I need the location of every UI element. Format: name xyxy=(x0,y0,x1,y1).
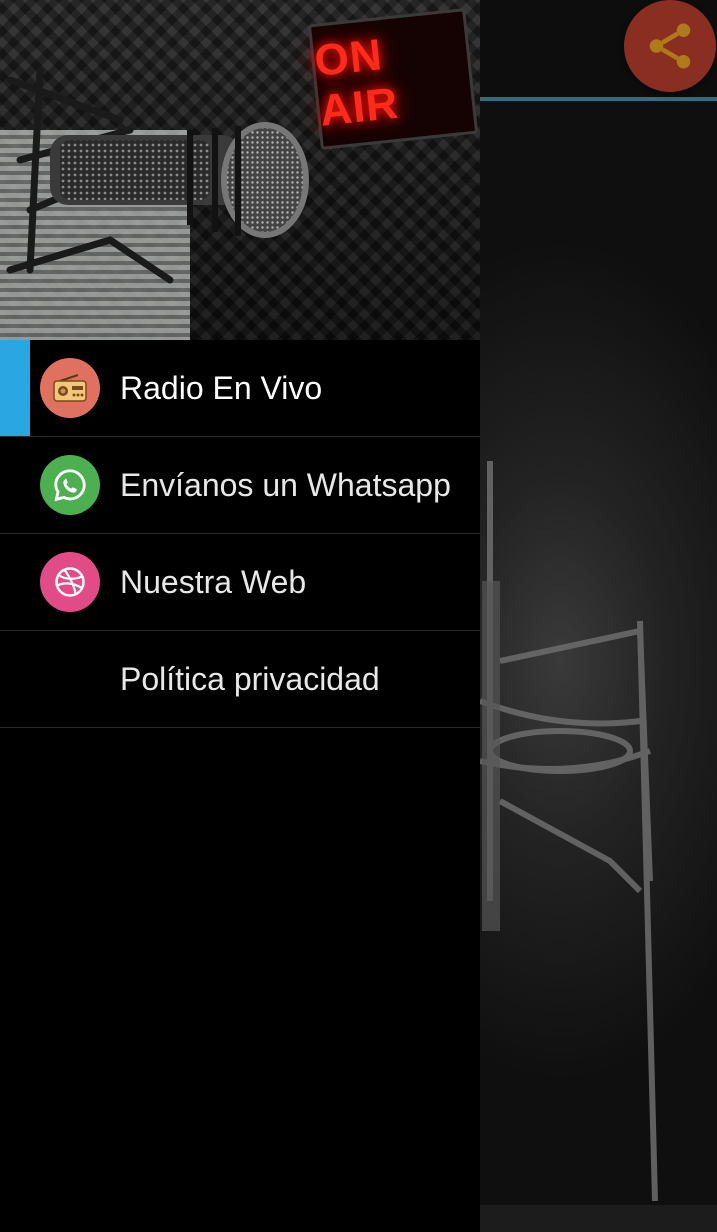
menu-item-whatsapp[interactable]: Envíanos un Whatsapp xyxy=(0,437,480,534)
menu-item-politica-privacidad[interactable]: Política privacidad xyxy=(0,631,480,728)
microphone-image xyxy=(6,66,309,284)
drawer-header-image: ON AIR xyxy=(0,0,480,340)
menu-item-nuestra-web[interactable]: Nuestra Web xyxy=(0,534,480,631)
menu-item-label: Radio En Vivo xyxy=(120,370,323,406)
whatsapp-icon xyxy=(40,455,100,515)
dribbble-icon xyxy=(40,552,100,612)
menu-item-label: Nuestra Web xyxy=(120,564,307,600)
menu-item-label: Política privacidad xyxy=(120,661,380,697)
share-icon xyxy=(649,23,691,69)
navigation-drawer: ON AIR Radio En Vivo Envíanos un Whatsap… xyxy=(0,0,480,1232)
on-air-sign: ON AIR xyxy=(307,8,479,150)
share-button[interactable] xyxy=(624,0,716,92)
radio-icon xyxy=(40,358,100,418)
active-indicator xyxy=(0,340,30,436)
menu-item-label: Envíanos un Whatsapp xyxy=(120,467,451,503)
menu-item-radio-en-vivo[interactable]: Radio En Vivo xyxy=(0,340,480,437)
drawer-menu: Radio En Vivo Envíanos un Whatsapp Nuest… xyxy=(0,340,480,728)
